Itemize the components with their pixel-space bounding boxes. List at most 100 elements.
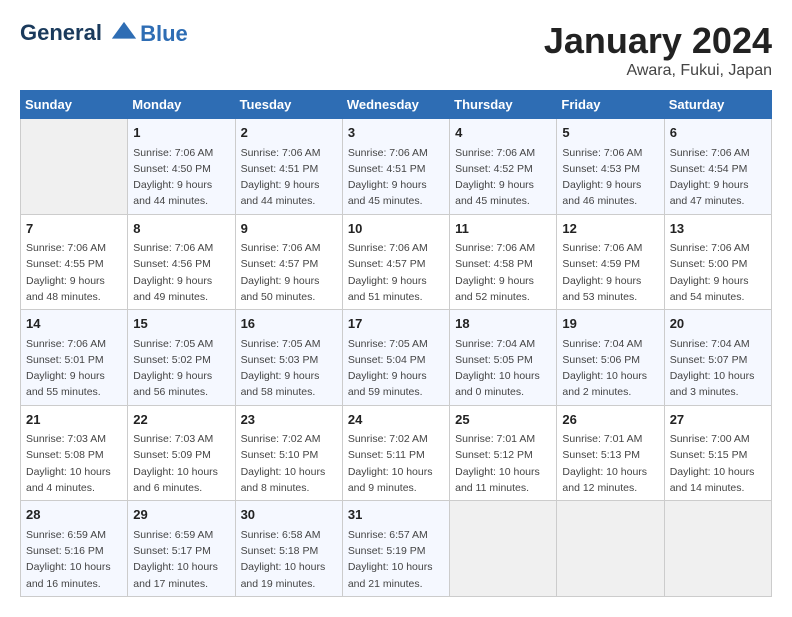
calendar-cell: 19Sunrise: 7:04 AMSunset: 5:06 PMDayligh… [557,310,664,406]
day-header-friday: Friday [557,91,664,119]
day-info: Sunrise: 7:03 AMSunset: 5:09 PMDaylight:… [133,431,229,496]
day-info: Sunrise: 7:01 AMSunset: 5:13 PMDaylight:… [562,431,658,496]
calendar-cell: 22Sunrise: 7:03 AMSunset: 5:09 PMDayligh… [128,405,235,501]
week-row-2: 7Sunrise: 7:06 AMSunset: 4:55 PMDaylight… [21,214,772,310]
calendar-cell: 7Sunrise: 7:06 AMSunset: 4:55 PMDaylight… [21,214,128,310]
day-number: 19 [562,314,658,334]
day-number: 1 [133,123,229,143]
logo-icon [110,20,138,48]
calendar-cell: 24Sunrise: 7:02 AMSunset: 5:11 PMDayligh… [342,405,449,501]
days-header-row: SundayMondayTuesdayWednesdayThursdayFrid… [21,91,772,119]
calendar-cell: 30Sunrise: 6:58 AMSunset: 5:18 PMDayligh… [235,501,342,597]
day-number: 30 [241,505,337,525]
day-info: Sunrise: 7:05 AMSunset: 5:03 PMDaylight:… [241,336,337,401]
month-title: January 2024 [544,20,772,62]
day-info: Sunrise: 6:59 AMSunset: 5:16 PMDaylight:… [26,527,122,592]
calendar-cell: 11Sunrise: 7:06 AMSunset: 4:58 PMDayligh… [450,214,557,310]
calendar-cell: 13Sunrise: 7:06 AMSunset: 5:00 PMDayligh… [664,214,771,310]
week-row-4: 21Sunrise: 7:03 AMSunset: 5:08 PMDayligh… [21,405,772,501]
day-header-saturday: Saturday [664,91,771,119]
day-number: 28 [26,505,122,525]
calendar-cell: 15Sunrise: 7:05 AMSunset: 5:02 PMDayligh… [128,310,235,406]
day-info: Sunrise: 7:01 AMSunset: 5:12 PMDaylight:… [455,431,551,496]
calendar-cell: 2Sunrise: 7:06 AMSunset: 4:51 PMDaylight… [235,119,342,215]
day-number: 31 [348,505,444,525]
day-header-thursday: Thursday [450,91,557,119]
day-info: Sunrise: 7:06 AMSunset: 4:53 PMDaylight:… [562,145,658,210]
day-number: 26 [562,410,658,430]
calendar-cell: 17Sunrise: 7:05 AMSunset: 5:04 PMDayligh… [342,310,449,406]
day-number: 13 [670,219,766,239]
day-number: 5 [562,123,658,143]
day-number: 10 [348,219,444,239]
day-header-wednesday: Wednesday [342,91,449,119]
day-number: 27 [670,410,766,430]
calendar-cell: 10Sunrise: 7:06 AMSunset: 4:57 PMDayligh… [342,214,449,310]
day-number: 3 [348,123,444,143]
day-info: Sunrise: 7:06 AMSunset: 4:51 PMDaylight:… [348,145,444,210]
day-number: 29 [133,505,229,525]
title-block: January 2024 Awara, Fukui, Japan [544,20,772,80]
page-header: General Blue January 2024 Awara, Fukui, … [20,20,772,80]
day-number: 24 [348,410,444,430]
calendar-cell [450,501,557,597]
calendar-cell: 8Sunrise: 7:06 AMSunset: 4:56 PMDaylight… [128,214,235,310]
calendar-cell: 5Sunrise: 7:06 AMSunset: 4:53 PMDaylight… [557,119,664,215]
day-info: Sunrise: 7:06 AMSunset: 4:54 PMDaylight:… [670,145,766,210]
calendar-cell: 14Sunrise: 7:06 AMSunset: 5:01 PMDayligh… [21,310,128,406]
day-info: Sunrise: 7:06 AMSunset: 4:57 PMDaylight:… [348,240,444,305]
day-number: 23 [241,410,337,430]
calendar-cell: 9Sunrise: 7:06 AMSunset: 4:57 PMDaylight… [235,214,342,310]
calendar-cell: 23Sunrise: 7:02 AMSunset: 5:10 PMDayligh… [235,405,342,501]
day-number: 20 [670,314,766,334]
day-number: 18 [455,314,551,334]
calendar-cell: 1Sunrise: 7:06 AMSunset: 4:50 PMDaylight… [128,119,235,215]
calendar-cell: 29Sunrise: 6:59 AMSunset: 5:17 PMDayligh… [128,501,235,597]
day-info: Sunrise: 7:05 AMSunset: 5:04 PMDaylight:… [348,336,444,401]
day-number: 6 [670,123,766,143]
day-info: Sunrise: 7:06 AMSunset: 4:56 PMDaylight:… [133,240,229,305]
day-number: 16 [241,314,337,334]
day-number: 4 [455,123,551,143]
day-header-tuesday: Tuesday [235,91,342,119]
logo: General Blue [20,20,188,48]
day-info: Sunrise: 7:05 AMSunset: 5:02 PMDaylight:… [133,336,229,401]
calendar-cell: 6Sunrise: 7:06 AMSunset: 4:54 PMDaylight… [664,119,771,215]
location-title: Awara, Fukui, Japan [544,62,772,80]
calendar-cell: 27Sunrise: 7:00 AMSunset: 5:15 PMDayligh… [664,405,771,501]
calendar-cell: 4Sunrise: 7:06 AMSunset: 4:52 PMDaylight… [450,119,557,215]
day-info: Sunrise: 7:04 AMSunset: 5:05 PMDaylight:… [455,336,551,401]
week-row-5: 28Sunrise: 6:59 AMSunset: 5:16 PMDayligh… [21,501,772,597]
day-header-monday: Monday [128,91,235,119]
day-info: Sunrise: 7:06 AMSunset: 4:51 PMDaylight:… [241,145,337,210]
calendar-cell: 20Sunrise: 7:04 AMSunset: 5:07 PMDayligh… [664,310,771,406]
calendar-cell: 12Sunrise: 7:06 AMSunset: 4:59 PMDayligh… [557,214,664,310]
day-number: 15 [133,314,229,334]
calendar-cell [557,501,664,597]
day-number: 12 [562,219,658,239]
day-info: Sunrise: 7:04 AMSunset: 5:07 PMDaylight:… [670,336,766,401]
day-info: Sunrise: 7:06 AMSunset: 4:58 PMDaylight:… [455,240,551,305]
calendar-cell: 26Sunrise: 7:01 AMSunset: 5:13 PMDayligh… [557,405,664,501]
day-info: Sunrise: 7:06 AMSunset: 4:55 PMDaylight:… [26,240,122,305]
day-number: 2 [241,123,337,143]
calendar-cell: 25Sunrise: 7:01 AMSunset: 5:12 PMDayligh… [450,405,557,501]
calendar-cell [664,501,771,597]
logo-blue: Blue [140,21,188,47]
day-info: Sunrise: 7:03 AMSunset: 5:08 PMDaylight:… [26,431,122,496]
logo-general: General [20,20,102,45]
day-number: 21 [26,410,122,430]
day-info: Sunrise: 7:02 AMSunset: 5:10 PMDaylight:… [241,431,337,496]
calendar-table: SundayMondayTuesdayWednesdayThursdayFrid… [20,90,772,597]
day-info: Sunrise: 6:58 AMSunset: 5:18 PMDaylight:… [241,527,337,592]
day-info: Sunrise: 7:04 AMSunset: 5:06 PMDaylight:… [562,336,658,401]
day-info: Sunrise: 7:06 AMSunset: 4:52 PMDaylight:… [455,145,551,210]
day-number: 11 [455,219,551,239]
day-info: Sunrise: 7:00 AMSunset: 5:15 PMDaylight:… [670,431,766,496]
day-info: Sunrise: 6:59 AMSunset: 5:17 PMDaylight:… [133,527,229,592]
calendar-cell: 31Sunrise: 6:57 AMSunset: 5:19 PMDayligh… [342,501,449,597]
day-info: Sunrise: 7:06 AMSunset: 4:57 PMDaylight:… [241,240,337,305]
day-number: 17 [348,314,444,334]
day-info: Sunrise: 7:06 AMSunset: 4:59 PMDaylight:… [562,240,658,305]
day-info: Sunrise: 7:02 AMSunset: 5:11 PMDaylight:… [348,431,444,496]
